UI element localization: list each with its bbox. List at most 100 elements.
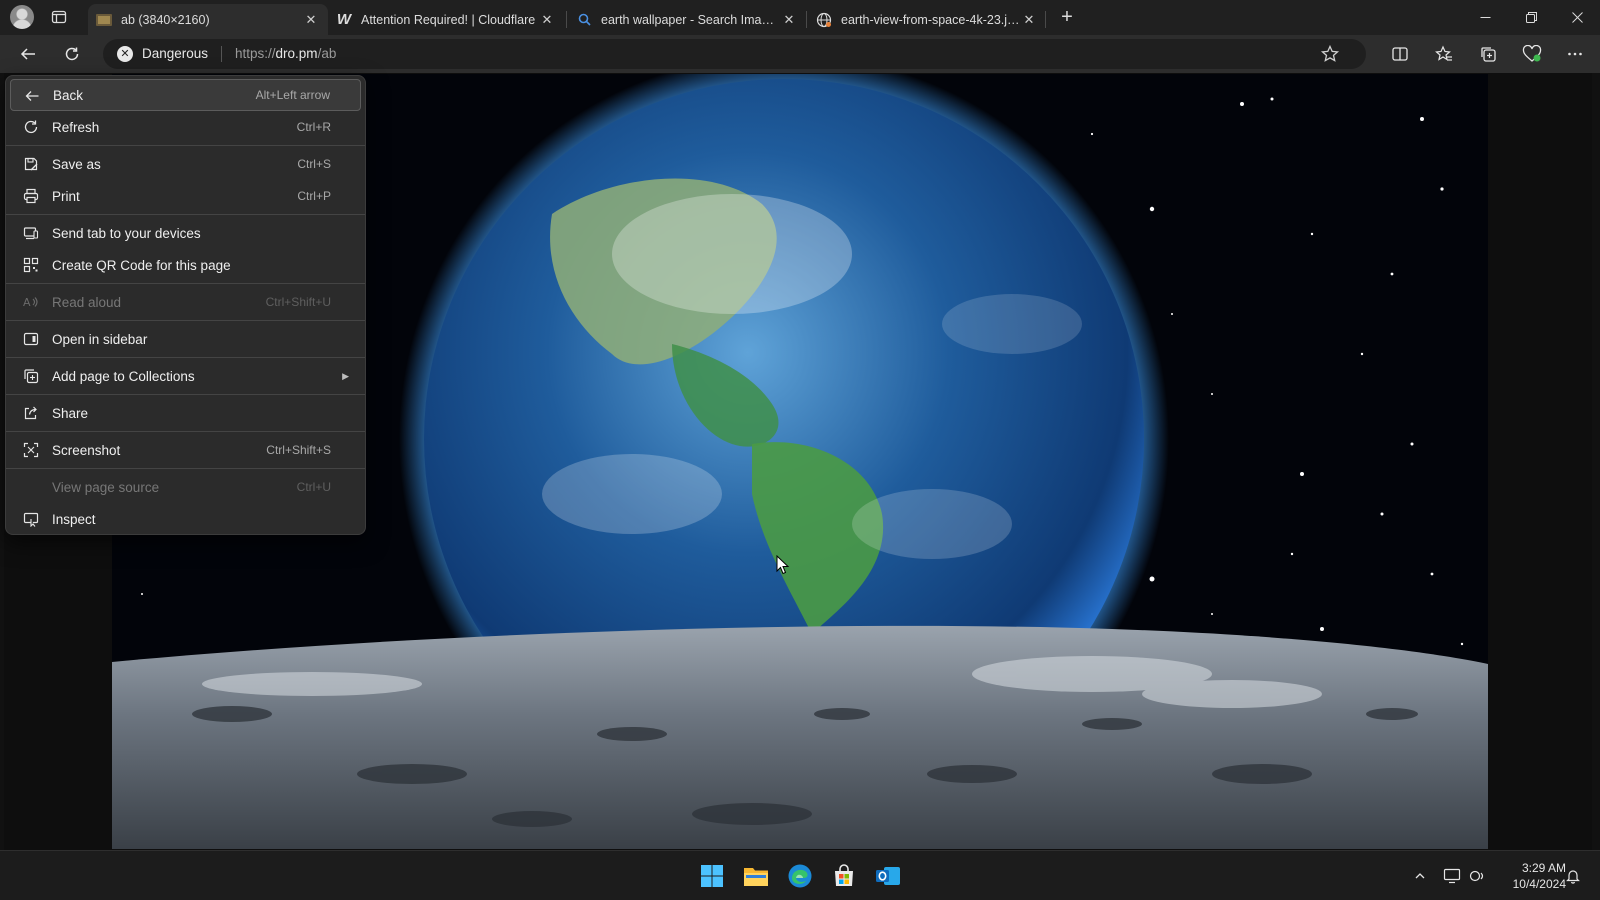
edge-icon[interactable] [785,861,815,891]
menu-item-send-tab[interactable]: Send tab to your devices [10,217,361,249]
profile-avatar-icon[interactable] [10,5,34,29]
menu-divider [6,357,365,358]
menu-item-label: Save as [52,156,101,172]
display-icon[interactable] [1441,865,1463,887]
close-tab-icon[interactable]: ✕ [1020,12,1038,28]
screenshot-icon [23,442,39,458]
menu-item-label: Add page to Collections [52,368,195,384]
tab-separator [806,11,807,28]
svg-text:A: A [23,296,31,309]
navigation-toolbar: ✕ Dangerous https://dro.pm/ab [0,35,1600,73]
submenu-arrow-icon: ▶ [342,370,349,381]
show-hidden-icons-chevron-icon[interactable] [1409,865,1431,887]
menu-divider [6,214,365,215]
tab-title: ab (3840×2160) [121,12,210,27]
image-tab-icon [96,12,112,28]
menu-item-label: Open in sidebar [52,331,148,347]
url-prefix: https:// [235,46,276,61]
more-options-icon[interactable] [1561,40,1589,68]
site-security-label[interactable]: Dangerous [142,46,208,61]
tab-cloudflare[interactable]: W Attention Required! | Cloudflare ✕ [328,4,564,35]
tab-search-images[interactable]: earth wallpaper - Search Images ✕ [568,4,806,35]
collections-icon[interactable] [1474,40,1502,68]
url-text[interactable]: https://dro.pm/ab [235,46,336,61]
notification-bell-icon[interactable] [1562,865,1584,887]
tab-image[interactable]: ab (3840×2160) ✕ [88,4,328,35]
globe-icon [816,12,832,28]
menu-item-shortcut: Alt+Left arrow [255,88,330,102]
favorites-icon[interactable] [1430,40,1458,68]
inspect-icon [23,511,39,528]
menu-item-shortcut: Ctrl+S [297,157,331,171]
url-path: /ab [317,46,337,61]
new-tab-plus-icon[interactable]: + [1055,6,1079,30]
url-domain: dro.pm [275,46,318,61]
menu-item-print[interactable]: Print Ctrl+P [10,180,361,212]
qr-code-icon [23,257,39,273]
refresh-icon [23,119,39,135]
menu-item-refresh[interactable]: Refresh Ctrl+R [10,111,361,143]
close-tab-icon[interactable]: ✕ [780,12,798,28]
menu-item-shortcut: Ctrl+P [297,189,331,203]
menu-item-label: Print [52,188,80,204]
menu-item-read-aloud: A Read aloud Ctrl+Shift+U [10,286,361,318]
menu-item-shortcut: Ctrl+Shift+S [266,443,331,457]
close-window-icon[interactable] [1554,0,1600,35]
address-bar[interactable]: ✕ Dangerous https://dro.pm/ab [103,39,1366,69]
menu-item-view-page-source: View page source Ctrl+U [10,471,361,503]
outlook-icon[interactable] [873,861,903,891]
microsoft-store-icon[interactable] [829,861,859,891]
file-explorer-icon[interactable] [741,861,771,891]
menu-item-label: Back [53,87,84,103]
send-tab-icon [23,225,39,241]
collections-icon [23,368,39,384]
menu-item-inspect[interactable]: Inspect [10,503,361,535]
menu-divider [6,468,365,469]
arrow-left-icon [24,88,40,104]
clock-time: 3:29 AM [1521,861,1566,875]
tab-title: Attention Required! | Cloudflare [361,12,536,27]
menu-item-shortcut: Ctrl+Shift+U [265,295,331,309]
split-screen-icon[interactable] [1386,40,1414,68]
tab-earth-jpg[interactable]: earth-view-from-space-4k-23.jpg ✕ [808,4,1046,35]
w-logo-icon: W [336,11,352,28]
network-volume-icon[interactable] [1467,865,1489,887]
menu-item-label: Refresh [52,119,100,135]
refresh-icon[interactable] [58,40,86,68]
title-bar: ab (3840×2160) ✕ W Attention Required! |… [0,0,1600,35]
tab-actions-icon[interactable] [50,8,68,26]
share-icon [23,405,39,421]
menu-item-shortcut: Ctrl+R [296,120,331,134]
close-tab-icon[interactable]: ✕ [538,12,556,28]
menu-divider [6,283,365,284]
menu-item-back[interactable]: Back Alt+Left arrow [10,79,361,111]
menu-item-open-in-sidebar[interactable]: Open in sidebar [10,323,361,355]
taskbar: 3:29 AM 10/4/2024 [0,850,1600,900]
menu-item-save-as[interactable]: Save as Ctrl+S [10,148,361,180]
favorite-star-icon[interactable] [1320,44,1340,64]
menu-item-label: Read aloud [52,294,122,310]
danger-x-icon[interactable]: ✕ [117,46,133,62]
tab-separator [566,11,567,28]
context-menu: Back Alt+Left arrow Refresh Ctrl+R Save … [5,75,366,535]
browser-essentials-icon[interactable] [1518,40,1546,68]
system-clock[interactable]: 3:29 AM 10/4/2024 [1504,860,1566,892]
minimize-icon[interactable] [1462,0,1508,35]
menu-item-label: Screenshot [52,442,121,458]
address-separator [221,46,222,62]
search-icon [576,12,592,28]
menu-item-qr-code[interactable]: Create QR Code for this page [10,249,361,281]
menu-divider [6,145,365,146]
back-arrow-icon[interactable] [14,40,42,68]
menu-item-add-to-collections[interactable]: Add page to Collections ▶ [10,360,361,392]
menu-divider [6,320,365,321]
windows-start-icon[interactable] [697,861,727,891]
menu-item-label: Send tab to your devices [52,225,201,241]
menu-item-screenshot[interactable]: Screenshot Ctrl+Shift+S [10,434,361,466]
menu-item-share[interactable]: Share [10,397,361,429]
menu-divider [6,431,365,432]
menu-item-label: Create QR Code for this page [52,257,231,273]
close-tab-icon[interactable]: ✕ [302,12,320,28]
read-aloud-icon: A [23,294,39,310]
restore-icon[interactable] [1508,0,1554,35]
